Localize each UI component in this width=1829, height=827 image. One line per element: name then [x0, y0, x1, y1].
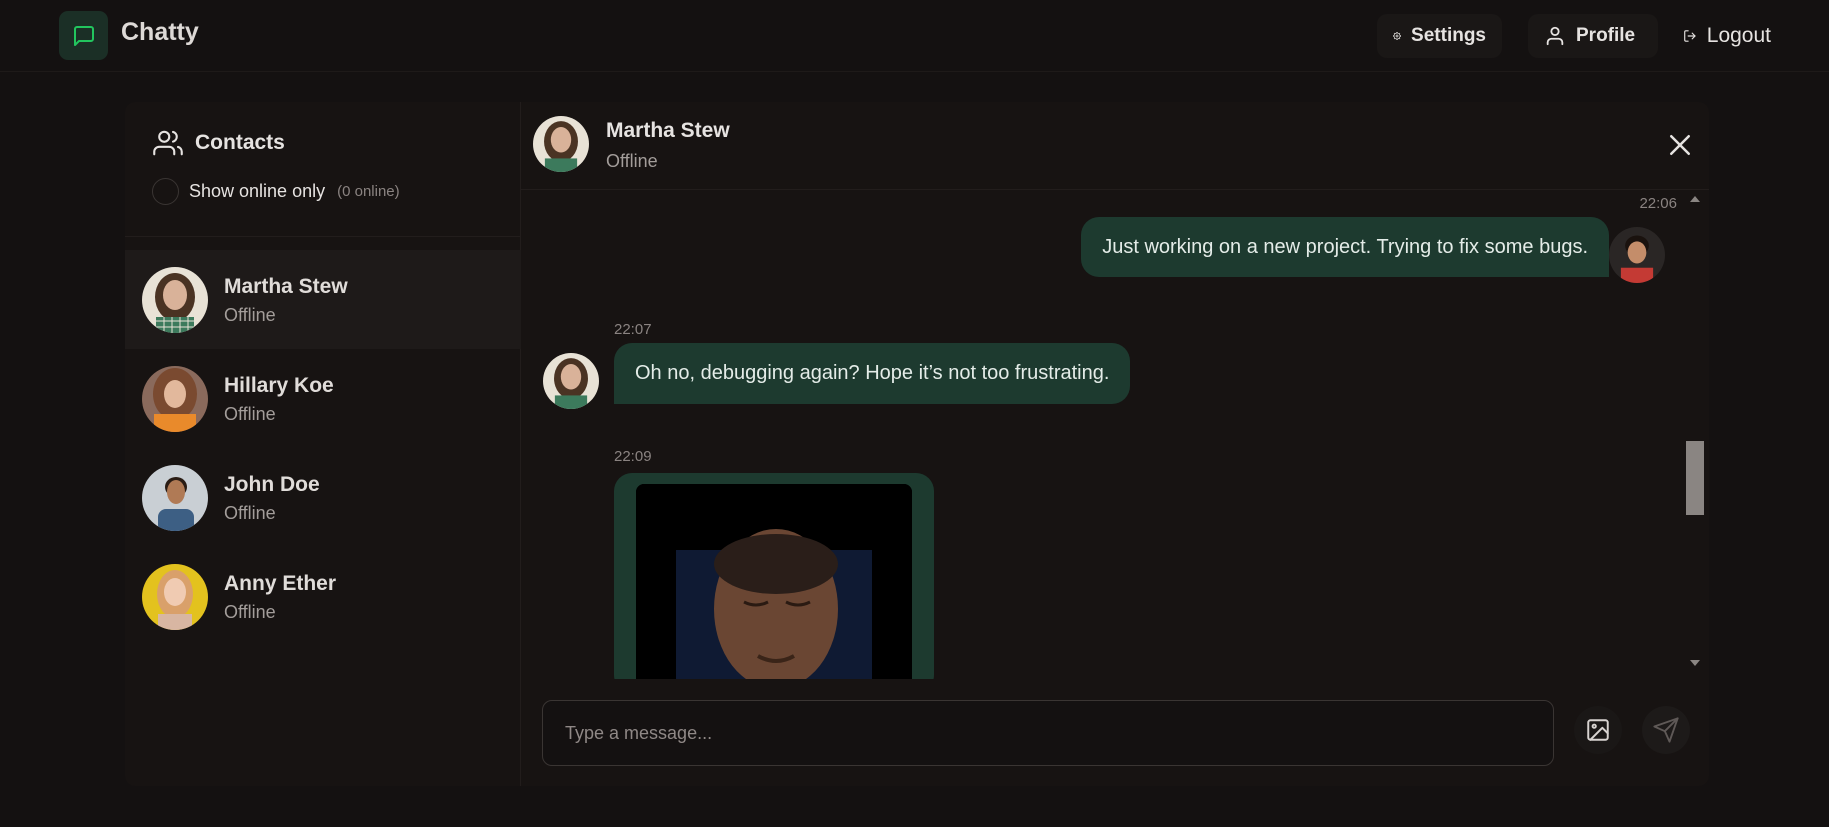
contact-item-john-doe[interactable]: John Doe Offline	[125, 448, 521, 547]
contact-status: Offline	[224, 602, 276, 622]
gear-icon	[1393, 31, 1402, 41]
message-time: 22:07	[614, 321, 652, 338]
message-bubble-received: Oh no, debugging again? Hope it’s not to…	[614, 343, 1131, 404]
logout-icon	[1684, 30, 1696, 42]
message-composer	[542, 700, 1554, 766]
avatar	[1609, 227, 1665, 283]
avatar	[142, 465, 208, 531]
contact-item-anny-ether[interactable]: Anny Ether Offline	[125, 547, 521, 646]
avatar	[533, 116, 589, 172]
chat-container: Contacts Show online only (0 online) Mar…	[125, 102, 1709, 786]
logout-label: Logout	[1706, 24, 1771, 47]
contact-status: Offline	[224, 404, 276, 424]
profile-label: Profile	[1576, 25, 1636, 46]
message-square-icon	[73, 25, 94, 46]
message-list: 22:06 Just working on a new project. Try…	[521, 190, 1709, 679]
message-time: 22:09	[614, 448, 652, 465]
show-online-label: Show online only	[189, 181, 326, 201]
avatar	[142, 366, 208, 432]
users-icon	[153, 130, 183, 156]
scroll-thumb[interactable]	[1686, 441, 1704, 515]
scroll-down-icon[interactable]	[1690, 660, 1700, 666]
chat-contact-name: Martha Stew	[606, 119, 730, 142]
contact-name: Hillary Koe	[224, 374, 334, 397]
contact-item-hillary-koe[interactable]: Hillary Koe Offline	[125, 349, 521, 448]
logout-button[interactable]: Logout	[1667, 14, 1787, 58]
message-input[interactable]	[565, 722, 1525, 744]
avatar	[142, 267, 208, 333]
logo[interactable]	[59, 11, 108, 60]
close-icon	[1670, 135, 1690, 155]
contact-name: John Doe	[224, 473, 320, 496]
show-online-checkbox[interactable]	[152, 178, 179, 205]
contact-status: Offline	[224, 503, 276, 523]
settings-label: Settings	[1411, 25, 1486, 46]
contacts-title-label: Contacts	[195, 131, 285, 154]
chat-contact-status: Offline	[606, 151, 658, 171]
message-time: 22:06	[1639, 195, 1677, 212]
sidebar-header: Contacts Show online only (0 online)	[125, 102, 521, 237]
avatar	[543, 353, 599, 409]
message-image-bubble	[614, 473, 934, 679]
attach-image-button[interactable]	[1574, 706, 1622, 754]
message-bubble-sent: Just working on a new project. Trying to…	[1081, 217, 1609, 277]
message-image[interactable]	[636, 484, 912, 679]
settings-button[interactable]: Settings	[1377, 14, 1502, 58]
contact-status: Offline	[224, 305, 276, 325]
contacts-title: Contacts	[153, 128, 285, 158]
contact-name: Martha Stew	[224, 275, 348, 298]
scroll-up-icon[interactable]	[1690, 196, 1700, 202]
contact-item-martha-stew[interactable]: Martha Stew Offline	[125, 250, 521, 349]
chat-header: Martha Stew Offline	[521, 102, 1709, 190]
navbar: Chatty Settings Profile Logout	[0, 0, 1829, 72]
message-scrollbar[interactable]	[1684, 190, 1704, 679]
close-chat-button[interactable]	[1665, 130, 1695, 160]
user-icon	[1546, 26, 1564, 46]
app-name[interactable]: Chatty	[121, 18, 199, 47]
show-online-toggle[interactable]: Show online only (0 online)	[152, 178, 400, 205]
profile-button[interactable]: Profile	[1528, 14, 1658, 58]
contact-name: Anny Ether	[224, 572, 337, 595]
chat-panel: Martha Stew Offline 22:06 Just working o…	[521, 102, 1709, 786]
image-icon	[1587, 719, 1609, 741]
sidebar: Contacts Show online only (0 online) Mar…	[125, 102, 521, 786]
online-count: (0 online)	[337, 183, 400, 200]
send-button[interactable]	[1642, 706, 1690, 754]
send-icon	[1653, 717, 1679, 743]
avatar	[142, 564, 208, 630]
